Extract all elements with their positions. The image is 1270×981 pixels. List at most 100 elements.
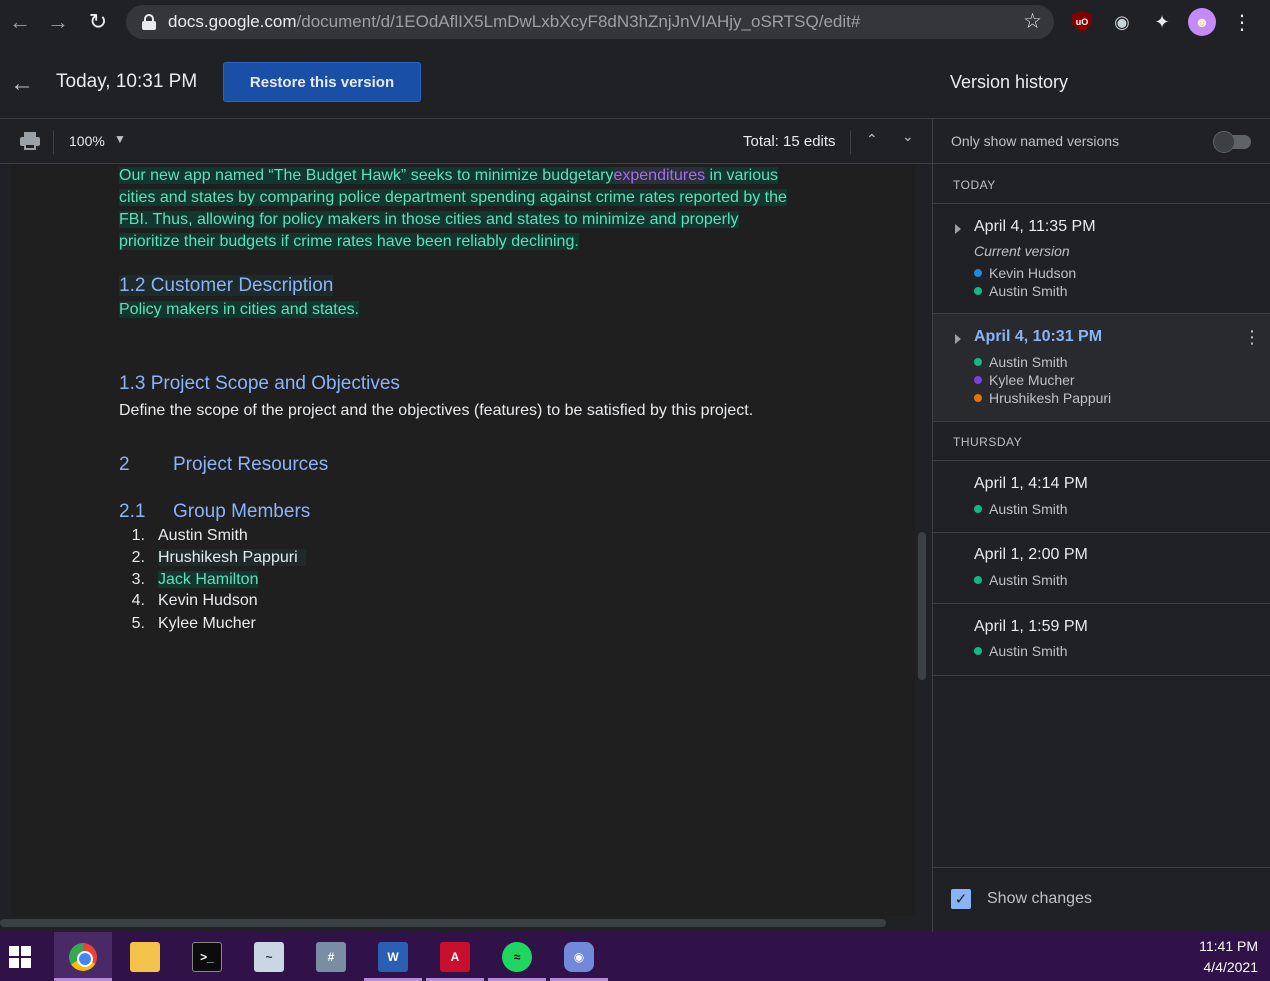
scope-text: Define the scope of the project and the … <box>119 402 754 419</box>
version-user: Austin Smith <box>974 643 1068 659</box>
members-heading: Group Members <box>173 501 311 522</box>
version-item[interactable]: April 1, 4:14 PM Austin Smith <box>933 461 1270 532</box>
version-user: Kylee Mucher <box>974 372 1075 388</box>
acrobat-icon: A <box>440 941 470 972</box>
version-user: Kevin Hudson <box>974 265 1076 281</box>
address-bar[interactable]: docs.google.com/document/d/1EOdAflIX5LmD… <box>126 5 1054 39</box>
doc-toolbar: 100% ▼ Total: 15 edits ⌃ ⌄ <box>0 119 932 164</box>
next-edit-icon[interactable]: ⌄ <box>902 128 914 145</box>
version-item-selected[interactable]: April 4, 10:31 PM ⋮ Austin Smith Kylee M… <box>933 314 1270 421</box>
panel-divider <box>933 163 1270 164</box>
ublock-extension-icon[interactable]: uO <box>1068 8 1096 36</box>
print-icon[interactable] <box>20 132 40 150</box>
only-named-toggle[interactable] <box>1213 131 1253 153</box>
version-title: April 1, 1:59 PM <box>974 618 1088 635</box>
taskbar-discord[interactable]: ◉ <box>550 932 608 981</box>
clock-time: 11:41 PM <box>1199 938 1258 954</box>
user-name: Austin Smith <box>989 283 1068 299</box>
show-changes-checkbox[interactable]: ✓ <box>951 889 971 909</box>
windows-taskbar: >_ ~ # W A ≈ ◉ 11:41 PM 4/4/2021 <box>0 932 1270 981</box>
member-name: Austin Smith <box>158 527 248 544</box>
restore-version-button[interactable]: Restore this version <box>223 62 421 102</box>
list-number: 1. <box>131 527 145 544</box>
taskbar-terminal[interactable]: >_ <box>178 932 236 981</box>
customer-heading: 1.2 Customer Description <box>119 275 334 297</box>
version-subtitle: Current version <box>974 243 1070 259</box>
terminal-icon: >_ <box>192 941 222 972</box>
caret-down-icon[interactable]: ▼ <box>114 132 126 146</box>
version-item[interactable]: April 1, 2:00 PM Austin Smith <box>933 533 1270 603</box>
user-name: Hrushikesh Pappuri <box>989 390 1112 406</box>
extensions-puzzle-icon[interactable]: ✦ <box>1148 8 1176 36</box>
version-time: Today, 10:31 PM <box>56 71 198 92</box>
url-path: /document/d/1EOdAflIX5LmDwLxbXcyF8dN3hZn… <box>296 12 861 31</box>
panel-divider <box>933 675 1270 676</box>
section-today: TODAY <box>953 178 996 192</box>
document-canvas: Our new app named “The Budget Hawk” seek… <box>0 164 932 932</box>
bookmark-star-icon[interactable]: ☆ <box>1023 9 1042 34</box>
taskbar-acrobat[interactable]: A <box>426 932 484 981</box>
system-clock[interactable]: 11:41 PM 4/4/2021 <box>1199 936 1258 978</box>
lock-icon <box>142 14 156 30</box>
intro-line-3: FBI. Thus, allowing for policy makers in… <box>119 209 739 231</box>
only-named-label: Only show named versions <box>951 133 1120 149</box>
horizontal-scrollbar[interactable] <box>0 919 886 927</box>
browser-menu-icon[interactable]: ⋮ <box>1228 8 1256 36</box>
user-name: Austin Smith <box>989 643 1068 659</box>
version-user: Austin Smith <box>974 572 1068 588</box>
folder-icon <box>130 941 160 972</box>
list-item: 3. Jack Hamilton <box>119 571 259 589</box>
list-number: 2. <box>131 549 145 566</box>
taskbar-word[interactable]: W <box>364 932 422 981</box>
list-number: 4. <box>131 592 145 609</box>
customer-text: Policy makers in cities and states. <box>119 299 360 321</box>
expand-arrow-icon[interactable] <box>955 334 961 344</box>
show-changes-control[interactable]: ✓ Show changes <box>951 889 1092 909</box>
taskbar-calculator[interactable]: # <box>302 932 360 981</box>
spy-extension-icon[interactable]: ◉ <box>1108 8 1136 36</box>
previous-edit-icon[interactable]: ⌃ <box>866 131 878 148</box>
version-header: ← Today, 10:31 PM Restore this version V… <box>0 44 1270 119</box>
screen: ← → ↻ docs.google.com/document/d/1EOdAfl… <box>0 0 1270 981</box>
spotify-icon: ≈ <box>502 941 532 972</box>
url-text: docs.google.com/document/d/1EOdAflIX5LmD… <box>168 12 860 32</box>
version-item[interactable]: April 4, 11:35 PM Current version Kevin … <box>933 204 1270 313</box>
version-title: April 1, 2:00 PM <box>974 546 1088 563</box>
user-color-dot <box>974 358 982 367</box>
paragraph-text: Policy makers in cities and states. <box>119 301 360 318</box>
intro-text: FBI. Thus, allowing for policy makers in… <box>119 211 739 228</box>
panel-divider <box>933 421 1270 422</box>
taskbar-spotify[interactable]: ≈ <box>488 932 546 981</box>
user-color-dot <box>974 505 982 514</box>
list-item: 1. Austin Smith <box>119 527 248 545</box>
taskbar-monitor[interactable]: ~ <box>240 932 298 981</box>
back-to-document-icon[interactable]: ← <box>10 70 34 98</box>
more-options-icon[interactable]: ⋮ <box>1243 327 1261 348</box>
reload-icon[interactable]: ↻ <box>78 2 118 42</box>
intro-text: in various <box>705 167 779 184</box>
intro-line-1: Our new app named “The Budget Hawk” seek… <box>119 165 779 187</box>
document-page: Our new app named “The Budget Hawk” seek… <box>11 164 915 916</box>
vertical-scrollbar[interactable] <box>918 532 926 680</box>
member-name: Kevin Hudson <box>158 592 258 609</box>
back-icon[interactable]: ← <box>0 2 40 42</box>
user-name: Austin Smith <box>989 354 1068 370</box>
version-item[interactable]: April 1, 1:59 PM Austin Smith <box>933 604 1270 675</box>
heading-text: 1.2 Customer Description <box>119 275 334 296</box>
user-name: Kevin Hudson <box>989 265 1077 281</box>
version-history-title: Version history <box>950 72 1069 92</box>
profile-avatar[interactable]: ☻ <box>1188 8 1216 36</box>
taskbar-file-explorer[interactable] <box>116 932 174 981</box>
list-number: 3. <box>131 571 145 588</box>
version-user: Austin Smith <box>974 354 1068 370</box>
user-color-dot <box>974 394 982 403</box>
zoom-select[interactable]: 100% <box>69 133 105 149</box>
expand-arrow-icon[interactable] <box>955 224 961 234</box>
members-number: 2.1 <box>119 501 146 522</box>
taskbar-chrome[interactable] <box>54 932 112 981</box>
forward-icon[interactable]: → <box>38 2 78 42</box>
version-title: April 4, 11:35 PM <box>974 218 1096 235</box>
windows-start-icon[interactable] <box>9 946 31 968</box>
intro-line-4: prioritize their budgets if crime rates … <box>119 231 579 253</box>
user-name: Austin Smith <box>989 572 1068 588</box>
